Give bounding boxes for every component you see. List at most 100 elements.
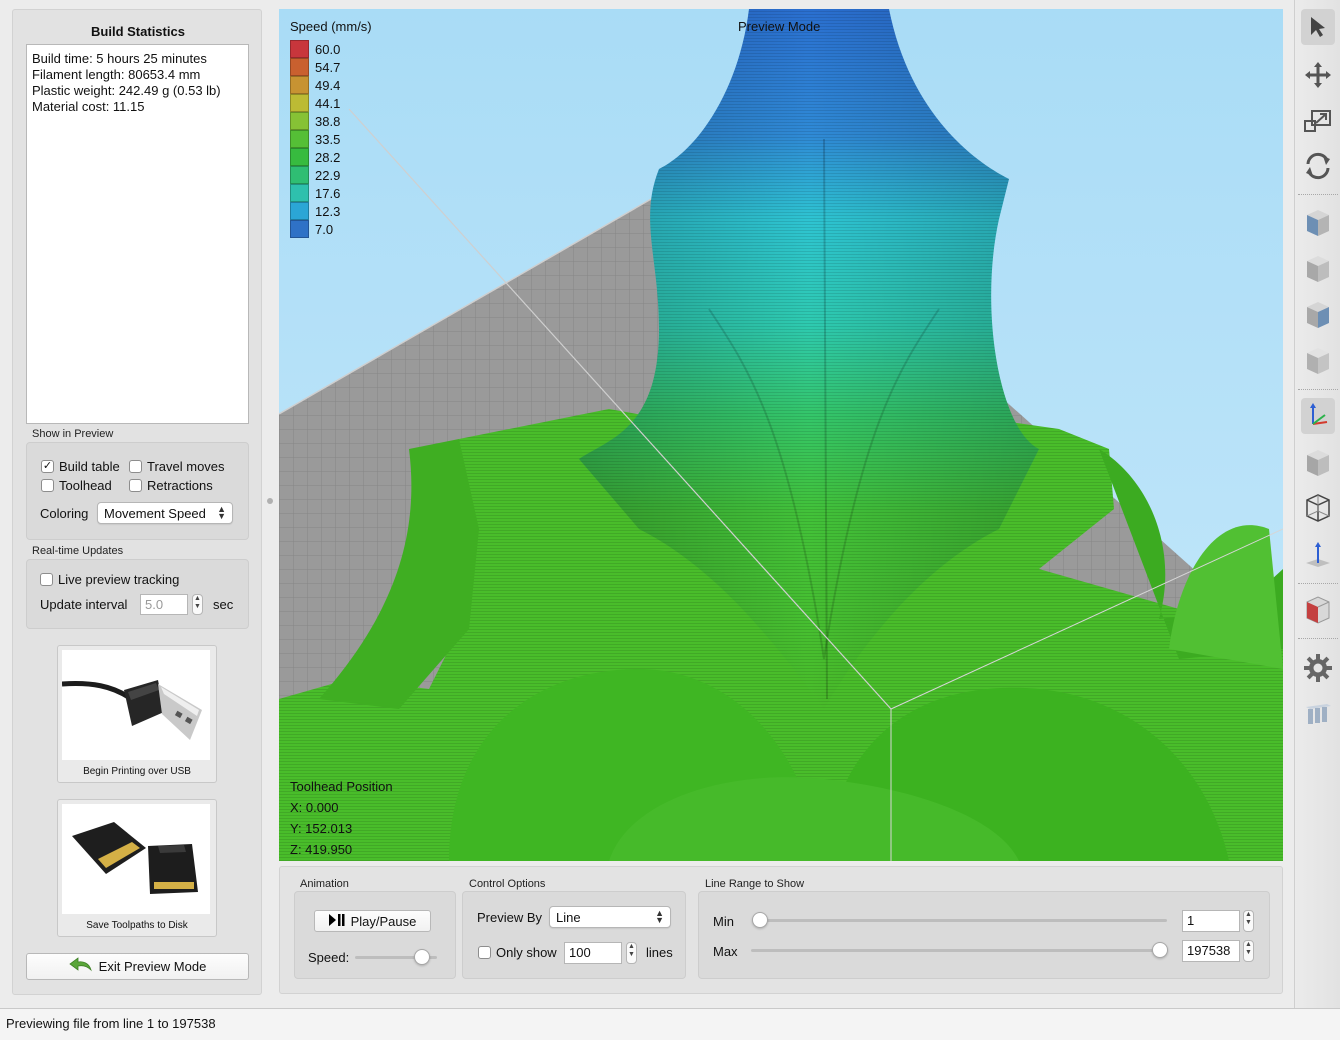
move-tool-icon[interactable] <box>1301 57 1335 93</box>
coloring-label: Coloring <box>40 506 89 521</box>
realtime-updates-group: Live preview tracking Update interval 5.… <box>26 559 249 629</box>
exit-preview-label: Exit Preview Mode <box>98 959 207 974</box>
legend-value: 33.5 <box>315 131 341 147</box>
stat-line: Build time: 5 hours 25 minutes <box>32 51 207 66</box>
coloring-select[interactable]: Movement Speed ▲ ▼ <box>97 502 233 524</box>
cross-section-icon[interactable] <box>1301 592 1335 628</box>
exit-preview-mode-button[interactable]: Exit Preview Mode <box>26 953 249 980</box>
stat-line: Plastic weight: 242.49 g (0.53 lb) <box>32 83 221 98</box>
legend-swatch <box>290 130 309 148</box>
checkmark-icon: ✓ <box>41 460 54 473</box>
min-slider-knob[interactable] <box>752 912 768 928</box>
only-show-checkbox[interactable]: Only show <box>478 945 557 960</box>
legend-swatch <box>290 76 309 94</box>
toolhead-label: Toolhead <box>59 478 112 493</box>
view-left-icon[interactable] <box>1301 297 1335 333</box>
update-interval-input[interactable]: 5.0 <box>140 594 188 615</box>
max-label: Max <box>713 944 738 959</box>
legend-entry: 22.9 <box>290 166 340 184</box>
scale-tool-icon[interactable] <box>1301 103 1335 139</box>
left-panel: Build Statistics Build time: 5 hours 25 … <box>12 9 262 995</box>
retractions-checkbox[interactable]: Retractions <box>129 478 213 493</box>
select-tool-icon[interactable] <box>1301 9 1335 45</box>
legend-value: 49.4 <box>315 77 341 93</box>
interval-stepper[interactable]: ▲ ▼ <box>192 594 203 615</box>
toolbar-separator <box>1298 194 1338 195</box>
legend-entry: 17.6 <box>290 184 340 202</box>
legend-entry: 38.8 <box>290 112 340 130</box>
build-table-checkbox[interactable]: ✓ Build table <box>41 459 120 474</box>
control-options-group: Preview By Line ▲ ▼ Only show 100 ▲ ▼ line… <box>462 891 686 979</box>
live-tracking-label: Live preview tracking <box>58 572 180 587</box>
max-line-input[interactable]: 197538 <box>1182 940 1240 962</box>
show-in-preview-label: Show in Preview <box>32 428 114 440</box>
toolhead-position: Toolhead Position X: 0.000 Y: 152.013 Z:… <box>290 776 393 860</box>
axes-icon[interactable] <box>1301 398 1335 434</box>
update-interval-label: Update interval <box>40 597 128 612</box>
save-toolpaths-button[interactable]: Save Toolpaths to Disk <box>57 799 217 937</box>
retractions-label: Retractions <box>147 478 213 493</box>
supports-icon[interactable] <box>1301 696 1335 732</box>
legend-swatch <box>290 166 309 184</box>
back-arrow-icon <box>69 957 93 976</box>
legend-entry: 44.1 <box>290 94 340 112</box>
checkbox-box <box>40 573 53 586</box>
legend-swatch <box>290 202 309 220</box>
min-line-input[interactable]: 1 <box>1182 910 1240 932</box>
min-stepper[interactable]: ▲ ▼ <box>1243 910 1254 932</box>
min-slider-track[interactable] <box>759 919 1167 922</box>
only-show-label: Only show <box>496 945 557 960</box>
toolhead-y: Y: 152.013 <box>290 821 353 836</box>
preview-viewport[interactable]: Speed (mm/s) 60.0 54.7 49.4 44.1 38.8 33.5 28.… <box>279 9 1283 861</box>
toolhead-x: X: 0.000 <box>290 800 339 815</box>
sd-card-icon <box>62 804 210 914</box>
legend-swatch <box>290 220 309 238</box>
normals-icon[interactable] <box>1301 536 1335 572</box>
right-toolbar <box>1294 0 1340 1008</box>
interval-unit: sec <box>213 597 234 612</box>
legend-value: 60.0 <box>315 41 341 57</box>
live-preview-tracking-checkbox[interactable]: Live preview tracking <box>40 572 179 587</box>
toolbar-separator <box>1298 583 1338 584</box>
legend-entry: 54.7 <box>290 58 340 76</box>
speed-slider-knob[interactable] <box>414 949 431 965</box>
chevron-updown-icon: ▲ ▼ <box>655 908 664 925</box>
show-in-preview-group: ✓ Build table Travel moves Toolhead Retr… <box>26 442 249 540</box>
build-table-label: Build table <box>59 459 120 474</box>
legend-entry: 7.0 <box>290 220 340 238</box>
travel-moves-checkbox[interactable]: Travel moves <box>129 459 225 474</box>
max-stepper[interactable]: ▲ ▼ <box>1243 940 1254 962</box>
max-slider-knob[interactable] <box>1152 942 1168 958</box>
legend-entry: 49.4 <box>290 76 340 94</box>
legend-value: 44.1 <box>315 95 341 111</box>
settings-gear-icon[interactable] <box>1301 650 1335 686</box>
solid-view-icon[interactable] <box>1301 445 1335 481</box>
legend-value: 28.2 <box>315 149 341 165</box>
view-back-icon[interactable] <box>1301 251 1335 287</box>
toolhead-z: Z: 419.950 <box>290 842 353 857</box>
toolhead-checkbox[interactable]: Toolhead <box>41 478 112 493</box>
lines-stepper[interactable]: ▲ ▼ <box>626 942 637 964</box>
toolbar-separator <box>1298 389 1338 390</box>
only-show-lines-input[interactable]: 100 <box>564 942 622 964</box>
begin-printing-usb-button[interactable]: Begin Printing over USB <box>57 645 217 783</box>
splitter-handle[interactable] <box>267 498 273 504</box>
max-slider-track[interactable] <box>751 949 1167 952</box>
preview-mode-label: Preview Mode <box>738 19 821 34</box>
legend-value: 38.8 <box>315 113 341 129</box>
legend-entry: 12.3 <box>290 202 340 220</box>
min-label: Min <box>713 914 734 929</box>
coloring-value: Movement Speed <box>104 505 206 521</box>
view-front-icon[interactable] <box>1301 205 1335 241</box>
wireframe-view-icon[interactable] <box>1301 490 1335 526</box>
control-options-label: Control Options <box>469 878 546 890</box>
legend-value: 7.0 <box>315 221 334 237</box>
play-pause-button[interactable]: Play/Pause <box>314 910 431 932</box>
checkbox-box <box>129 479 142 492</box>
preview-controls: Animation Play/Pause Speed: Control Opti… <box>279 866 1283 994</box>
play-pause-label: Play/Pause <box>350 913 417 929</box>
view-right-icon[interactable] <box>1301 343 1335 379</box>
rotate-tool-icon[interactable] <box>1301 148 1335 184</box>
stat-line: Material cost: 11.15 <box>32 99 145 114</box>
preview-by-select[interactable]: Line ▲ ▼ <box>549 906 671 928</box>
